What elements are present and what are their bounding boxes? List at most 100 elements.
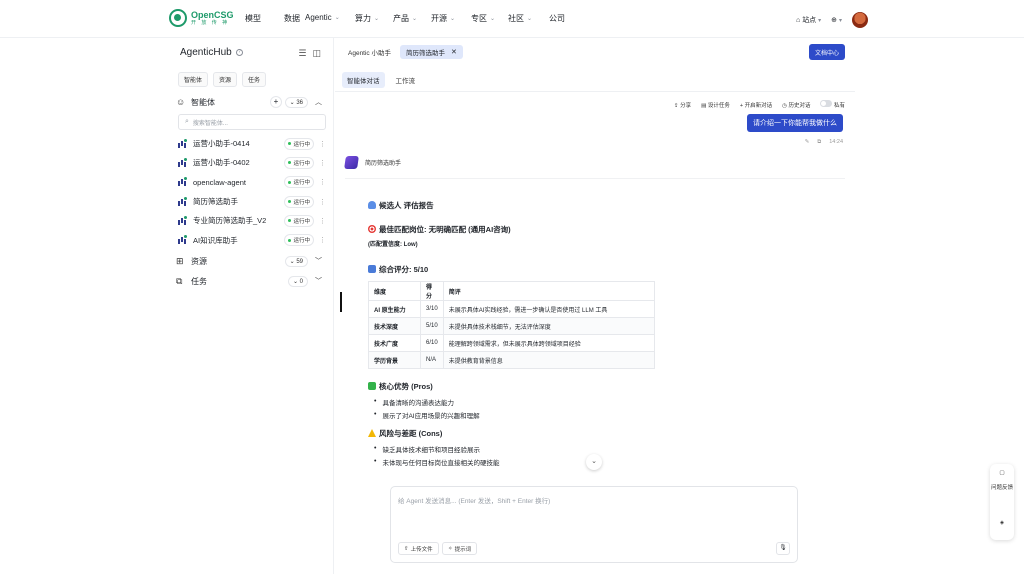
more-options-icon[interactable]: ⋮ (319, 217, 326, 225)
more-options-icon[interactable]: ⋮ (319, 159, 326, 167)
agent-tab-bar: Agentic 小助手 简历筛选助手 ✕ 文档中心 (335, 38, 855, 66)
sidebar-tab[interactable]: 任务 (242, 72, 267, 87)
feedback-button[interactable]: 问题反馈 (990, 484, 1014, 492)
chevron-down-icon: ⌄ (374, 16, 380, 22)
agent-list-item[interactable]: 运营小助手-0402 运行中 ⋮ (178, 153, 328, 172)
agent-icon (178, 215, 187, 225)
chevron-down-icon: ⌄ (412, 16, 418, 22)
sidebar-tab[interactable]: 智能体 (178, 72, 209, 87)
org-switcher[interactable]: ⌂ 站点 ▾ (796, 15, 821, 25)
list-item: 未体现与任何目标岗位直接相关的硬技能 (368, 455, 668, 468)
share-button[interactable]: ⇪ 分享 (674, 101, 691, 109)
nav-item[interactable]: 模型 (245, 13, 261, 24)
table-row: 学历背景 N/A 未提供教育背景信息 (368, 351, 656, 369)
agent-name: openclaw-agent (193, 177, 246, 187)
survey-icon[interactable]: ◈ (990, 520, 1014, 526)
table-cell: 技术广度 (368, 334, 421, 352)
tab-resume-screening[interactable]: 简历筛选助手 ✕ (400, 45, 463, 59)
copy-icon[interactable]: ⧉ (817, 139, 821, 146)
chevron-down-icon[interactable]: ﹀ (315, 276, 322, 286)
message-input[interactable]: 给 Agent 发送消息... (Enter 发送，Shift + Enter … (398, 495, 550, 505)
cons-heading: 风险与差距 (Cons) (368, 426, 668, 440)
mode-tabs: 智能体对话 工作流 (342, 72, 420, 88)
nav-item[interactable]: 社区 ⌄ (508, 13, 532, 24)
chat-toolbar: ⇪ 分享 ▤ 设计任务 + 开启新对话 ◷ 历史对话 私有 (674, 100, 845, 109)
privacy-toggle[interactable]: 私有 (820, 100, 845, 109)
divider (335, 91, 855, 92)
agent-icon (178, 235, 187, 245)
microphone-icon[interactable]: 🎙 (776, 542, 790, 555)
sidebar-title: AgenticHub ? (180, 47, 243, 58)
doc-center-button[interactable]: 文档中心 (808, 44, 845, 60)
add-agent-button[interactable]: + (270, 96, 282, 108)
agent-name: AI知识库助手 (193, 235, 238, 245)
score-table: 维度 得分 简评 AI 原生能力 3/10 未展示具体AI实践经验，需进一步确认是否使用… (368, 281, 656, 369)
list-item: 具备清晰的沟通表达能力 (368, 395, 668, 408)
agent-search-input[interactable]: ⌕ 搜索智能体... (178, 114, 326, 130)
agent-icon (178, 157, 187, 167)
prompt-button[interactable]: ✧ 提示词 (442, 542, 478, 555)
language-switcher[interactable]: ⊕ ▾ (831, 16, 842, 24)
agent-name: 简历筛选助手 (193, 197, 238, 207)
history-button[interactable]: ◷ 历史对话 (782, 101, 810, 109)
message-input-box[interactable]: 给 Agent 发送消息... (Enter 发送，Shift + Enter … (390, 486, 798, 563)
nav-item[interactable]: 产品 ⌄ (393, 13, 417, 24)
status-badge: 运行中 (284, 214, 314, 227)
agent-list-item[interactable]: 简历筛选助手 运行中 ⋮ (178, 192, 328, 211)
more-options-icon[interactable]: ⋮ (319, 140, 326, 148)
edit-icon[interactable]: ✎ (805, 139, 810, 146)
new-chat-button[interactable]: + 开启新对话 (740, 101, 772, 109)
design-task-button[interactable]: ▤ 设计任务 (701, 101, 730, 109)
agent-list-item[interactable]: AI知识库助手 运行中 ⋮ (178, 230, 328, 249)
upload-file-button[interactable]: ⇧ 上传文件 (398, 542, 439, 555)
check-icon (368, 382, 376, 390)
more-options-icon[interactable]: ⋮ (319, 236, 326, 244)
agent-icon (178, 138, 187, 148)
plus-icon: + (739, 102, 744, 109)
tab-agentic-assistant[interactable]: Agentic 小助手 (342, 45, 397, 59)
more-options-icon[interactable]: ⋮ (319, 198, 326, 206)
agent-list: 运营小助手-0414 运行中 ⋮ 运营小助手-0402 运行中 ⋮ openclaw-age… (178, 134, 328, 250)
agent-list-item[interactable]: 运营小助手-0414 运行中 ⋮ (178, 134, 328, 153)
nav-item[interactable]: 开源 ⌄ (431, 13, 455, 24)
agent-list-item[interactable]: 专业简历筛选助手_V2 运行中 ⋮ (178, 211, 328, 230)
chevron-down-icon[interactable]: ﹀ (315, 256, 322, 266)
status-badge: 运行中 (284, 234, 314, 247)
nav-item[interactable]: 专区 ⌄ (471, 13, 495, 24)
message-time: 14:24 (829, 139, 843, 145)
scroll-down-button[interactable]: ⌄ (586, 454, 602, 470)
nav-item[interactable]: 数据 (284, 13, 300, 24)
nav-item[interactable]: 算力 ⌄ (355, 13, 379, 24)
help-icon[interactable]: ? (235, 49, 243, 56)
toggle-switch[interactable] (820, 100, 833, 107)
tab-agent-chat[interactable]: 智能体对话 (342, 72, 385, 88)
resources-count-badge: ⌄ 59 (284, 255, 308, 267)
chat-bubble-icon[interactable]: ▢ (990, 470, 1014, 476)
nav-item[interactable]: Agentic ⌄ (305, 13, 340, 22)
close-icon[interactable]: ✕ (451, 48, 457, 56)
table-cell: 未提供具体技术栈细节，无法评估深度 (442, 317, 656, 335)
user-avatar[interactable] (852, 12, 868, 28)
collapse-sidebar-icon[interactable]: ◫ (312, 48, 321, 59)
brand-subtitle: 开 放 传 神 (191, 19, 230, 26)
building-icon: ⌂ (796, 17, 801, 24)
status-badge: 运行中 (284, 156, 314, 169)
message-meta: ✎ ⧉ 14:24 (805, 139, 843, 146)
table-header-cell: 得分 (420, 281, 444, 301)
agents-section-header[interactable]: ☺ 智能体 + ⌄ 36 ︿ (176, 95, 326, 109)
pros-heading: 核心优势 (Pros) (368, 379, 668, 393)
nav-item[interactable]: 公司 (549, 13, 565, 24)
brand-logo[interactable]: OpenCSG 开 放 传 神 (169, 9, 234, 27)
globe-icon: ⊕ (831, 17, 838, 24)
more-options-icon[interactable]: ⋮ (319, 178, 326, 186)
chevron-down-icon: ⌄ (450, 16, 456, 22)
sidebar-tab[interactable]: 资源 (213, 72, 238, 87)
resources-section-header[interactable]: ⊞ 资源 ⌄ 59 ﹀ (176, 254, 326, 268)
list-filter-icon[interactable]: ☰ (298, 48, 306, 59)
list-item: 展示了对AI应用场景的兴趣和理解 (368, 408, 668, 421)
agent-list-item[interactable]: openclaw-agent 运行中 ⋮ (178, 173, 328, 192)
tab-workflow[interactable]: 工作流 (391, 72, 421, 88)
tasks-section-header[interactable]: ⧉ 任务 ⌄ 0 ﹀ (176, 274, 326, 288)
table-cell: AI 原生能力 (368, 300, 421, 318)
chevron-up-icon[interactable]: ︿ (315, 97, 322, 107)
